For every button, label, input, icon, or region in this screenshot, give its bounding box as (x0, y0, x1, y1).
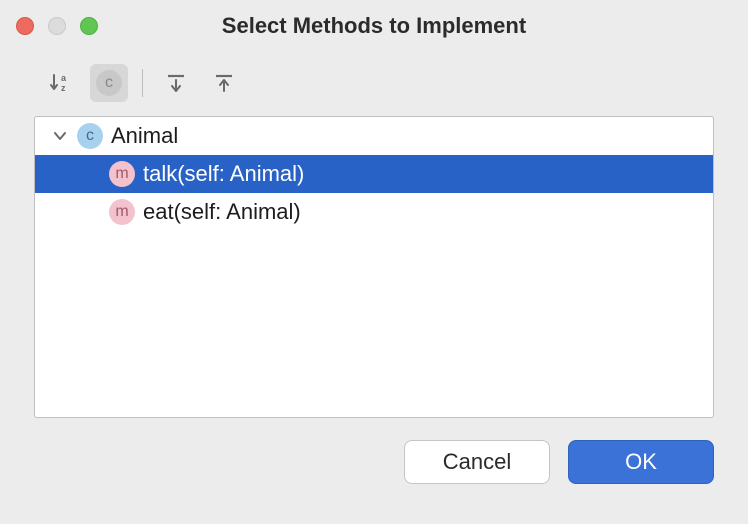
tree-method-talk[interactable]: m talk(self: Animal) (35, 155, 713, 193)
cancel-button[interactable]: Cancel (404, 440, 550, 484)
method-icon: m (109, 161, 135, 187)
ok-button[interactable]: OK (568, 440, 714, 484)
tree-method-eat[interactable]: m eat(self: Animal) (35, 193, 713, 231)
method-icon-label: m (115, 165, 128, 183)
sort-alpha-icon: a z (49, 71, 73, 95)
dialog-footer: Cancel OK (0, 418, 748, 506)
chevron-down-icon[interactable] (51, 127, 69, 145)
tree-method-label: eat(self: Animal) (143, 199, 301, 225)
zoom-window-button[interactable] (80, 17, 98, 35)
class-filter-icon: c (96, 70, 122, 96)
close-window-button[interactable] (16, 17, 34, 35)
expand-all-icon (165, 72, 187, 94)
class-icon-label: c (86, 127, 94, 145)
method-icon: m (109, 199, 135, 225)
expand-all-button[interactable] (157, 64, 195, 102)
svg-text:z: z (61, 83, 66, 93)
svg-text:a: a (61, 73, 67, 83)
ok-button-label: OK (625, 449, 657, 475)
tree-root-animal[interactable]: c Animal (35, 117, 713, 155)
titlebar: Select Methods to Implement (0, 0, 748, 52)
sort-alpha-button[interactable]: a z (42, 64, 80, 102)
tree-method-label: talk(self: Animal) (143, 161, 304, 187)
collapse-all-button[interactable] (205, 64, 243, 102)
class-filter-button[interactable]: c (90, 64, 128, 102)
toolbar: a z c (0, 52, 748, 112)
class-filter-icon-label: c (105, 74, 113, 92)
methods-tree[interactable]: c Animal m talk(self: Animal) m eat(self… (34, 116, 714, 418)
tree-root-label: Animal (111, 123, 178, 149)
method-icon-label: m (115, 203, 128, 221)
class-icon: c (77, 123, 103, 149)
collapse-all-icon (213, 72, 235, 94)
minimize-window-button (48, 17, 66, 35)
dialog-title: Select Methods to Implement (0, 13, 748, 39)
toolbar-separator (142, 69, 143, 97)
cancel-button-label: Cancel (443, 449, 511, 475)
window-controls (16, 17, 98, 35)
